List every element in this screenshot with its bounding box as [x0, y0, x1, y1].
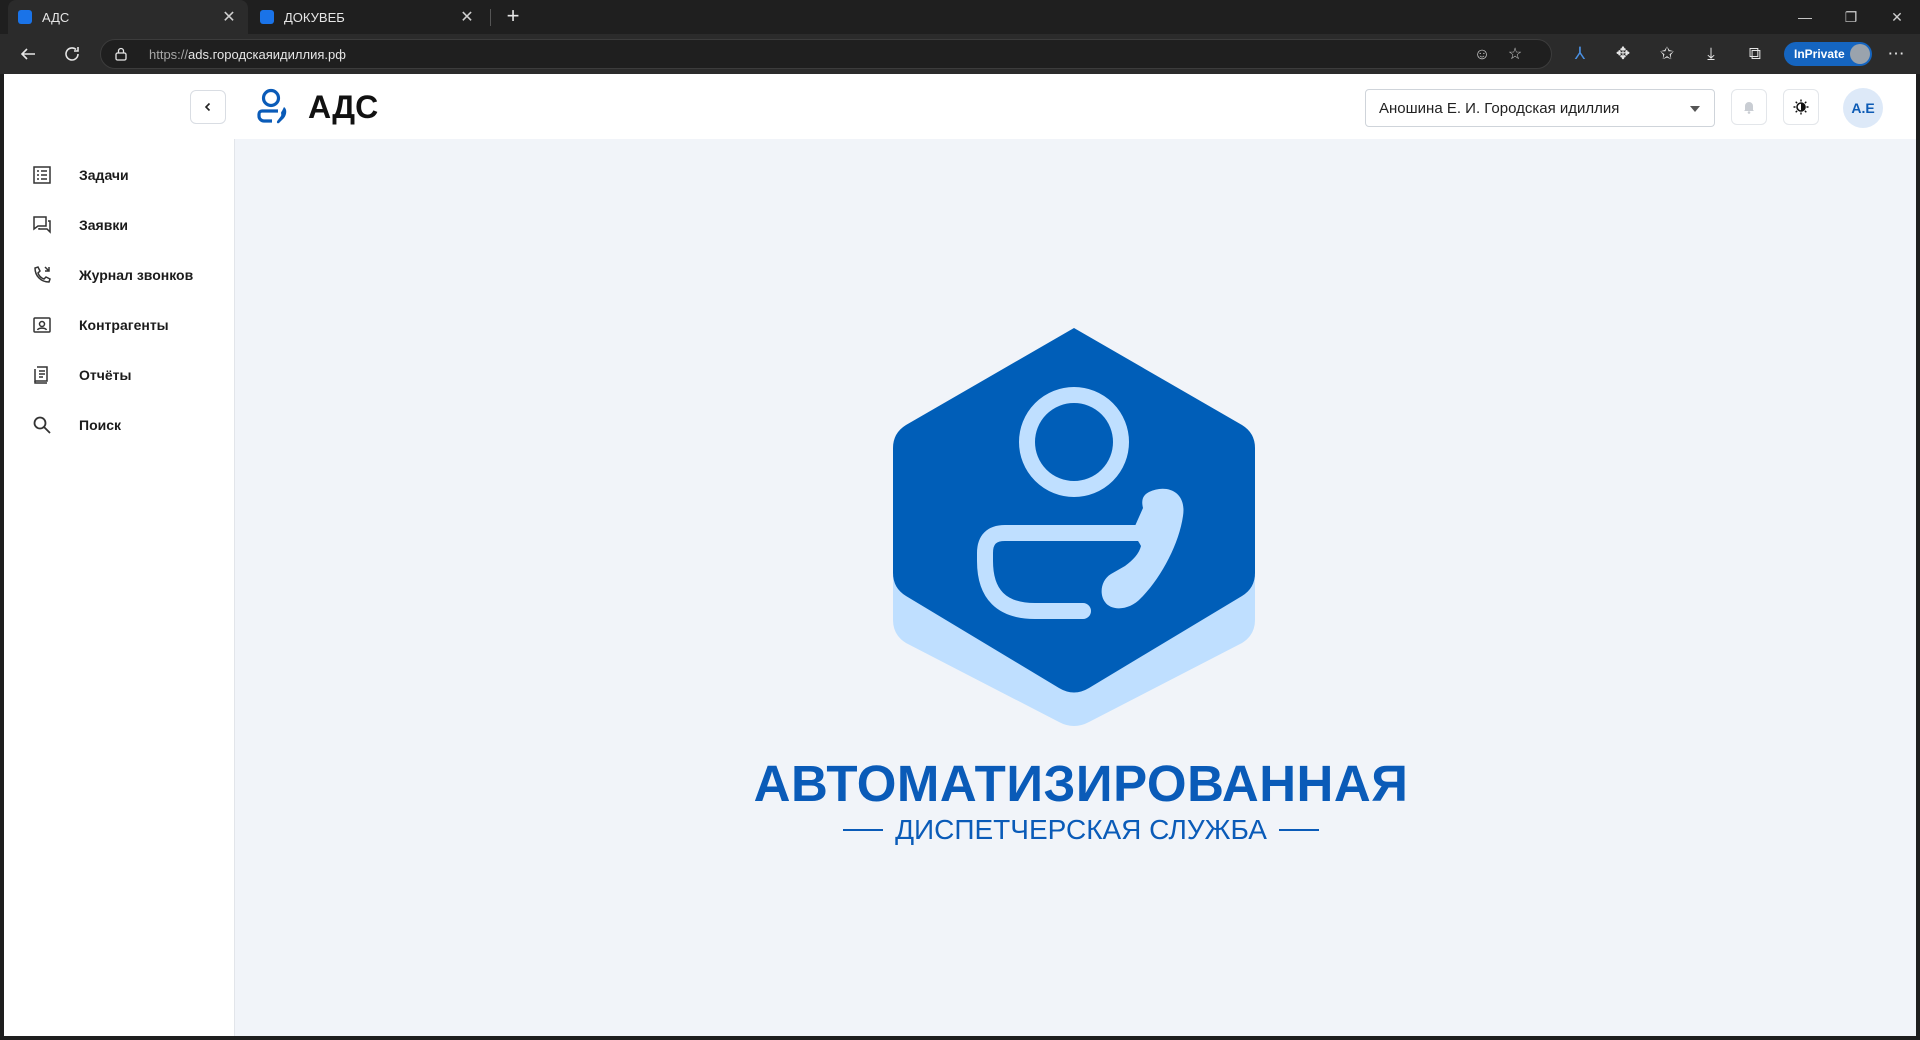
- reload-button[interactable]: [58, 41, 86, 67]
- tab-separator: [490, 9, 491, 26]
- tab-favicon-icon: [260, 10, 274, 24]
- url-field[interactable]: https://ads.городскаяидиллия.рф ☺ ☆: [100, 39, 1552, 69]
- brightness-icon: [1793, 99, 1809, 115]
- hero-subtitle: ДИСПЕТЧЕРСКАЯ СЛУЖБА: [895, 814, 1267, 845]
- browser-tab-ads[interactable]: АДС ✕: [8, 0, 248, 34]
- sidebar-item-tasks[interactable]: Задачи: [4, 155, 235, 195]
- tab-close-icon[interactable]: ✕: [458, 7, 476, 27]
- reader-view-icon[interactable]: ☺: [1471, 44, 1493, 66]
- hero-subtitle-row: ДИСПЕТЧЕРСКАЯ СЛУЖБА: [504, 814, 1658, 846]
- app-page: АДС Аношина Е. И. Городская идиллия А.Е …: [4, 74, 1916, 1036]
- reload-icon: [65, 47, 79, 61]
- search-icon: [33, 416, 51, 434]
- url-host: ads.городскаяидиллия.рф: [188, 47, 346, 62]
- bell-icon: [1744, 102, 1754, 114]
- dropdown-caret-icon: [1690, 106, 1700, 112]
- sidebar-item-search[interactable]: Поиск: [4, 405, 235, 445]
- tab-close-icon[interactable]: ✕: [220, 7, 238, 27]
- back-arrow-icon: [20, 48, 35, 60]
- subtitle-dash-left: [843, 829, 884, 831]
- tab-title: ДОКУВЕБ: [284, 9, 345, 25]
- screenshot-icon[interactable]: ⧉: [1741, 41, 1769, 67]
- chat-requests-icon: [33, 216, 51, 234]
- report-icon: [34, 366, 48, 384]
- extensions-puzzle-icon[interactable]: ✥: [1609, 41, 1637, 67]
- phone-log-icon: [34, 266, 51, 283]
- inprivate-label: InPrivate: [1794, 47, 1845, 61]
- profile-avatar: [1850, 44, 1870, 64]
- minimize-button[interactable]: —: [1782, 0, 1828, 34]
- dispatch-emblem-logo: [893, 328, 1255, 726]
- sidebar-item-label: Отчёты: [79, 367, 132, 383]
- sidebar-collapse-button[interactable]: [190, 90, 226, 124]
- sidebar-item-call-log[interactable]: Журнал звонков: [4, 255, 235, 295]
- url-protocol: https://: [149, 47, 189, 62]
- organization-select[interactable]: Аношина Е. И. Городская идиллия: [1365, 89, 1715, 127]
- app-header: АДС Аношина Е. И. Городская идиллия А.Е: [4, 74, 1916, 139]
- sidebar: Задачи Заявки Журнал звонков Контрагенты…: [4, 139, 235, 1036]
- url-text: https://ads.городскаяидиллия.рф: [149, 47, 346, 62]
- sidebar-item-requests[interactable]: Заявки: [4, 205, 235, 245]
- back-button[interactable]: [14, 41, 42, 67]
- task-list-icon: [33, 166, 51, 184]
- sidebar-item-label: Заявки: [79, 217, 128, 233]
- favorite-star-icon[interactable]: ☆: [1504, 44, 1526, 66]
- new-tab-button[interactable]: +: [500, 4, 526, 30]
- sidebar-item-contractors[interactable]: Контрагенты: [4, 305, 235, 345]
- sidebar-item-label: Поиск: [79, 417, 122, 433]
- favorites-icon[interactable]: ✩: [1653, 41, 1681, 67]
- user-avatar[interactable]: А.Е: [1843, 88, 1883, 128]
- browser-address-bar: https://ads.городскаяидиллия.рф ☺ ☆ ⅄ ✥ …: [0, 34, 1920, 74]
- tab-title: АДС: [42, 9, 70, 25]
- hero-title: АВТОМАТИЗИРОВАННАЯ: [753, 755, 1409, 812]
- browser-tab-dokuveb[interactable]: ДОКУВЕБ ✕: [250, 0, 486, 34]
- theme-toggle-button[interactable]: [1783, 89, 1819, 125]
- tab-favicon-icon: [18, 10, 32, 24]
- notifications-button[interactable]: [1731, 89, 1767, 125]
- browser-tab-bar: АДС ✕ ДОКУВЕБ ✕ + — ❐ ✕: [0, 0, 1920, 34]
- more-menu-icon[interactable]: ⋯: [1882, 41, 1910, 67]
- sidebar-item-label: Журнал звонков: [79, 267, 194, 283]
- contact-card-icon: [33, 317, 51, 333]
- subtitle-dash-right: [1278, 829, 1319, 831]
- organization-select-value: Аношина Е. И. Городская идиллия: [1379, 99, 1620, 117]
- sidebar-item-label: Задачи: [79, 167, 129, 183]
- app-title: АДС: [308, 89, 379, 125]
- restore-button[interactable]: ❐: [1828, 0, 1874, 34]
- sidebar-item-reports[interactable]: Отчёты: [4, 355, 235, 395]
- inprivate-badge[interactable]: InPrivate: [1784, 42, 1872, 66]
- downloads-icon[interactable]: ⤓: [1697, 41, 1725, 67]
- brand-logo-icon: [257, 88, 287, 124]
- chevron-left-icon: [204, 102, 211, 112]
- extension-feather-icon[interactable]: ⅄: [1566, 41, 1594, 67]
- sidebar-item-label: Контрагенты: [79, 317, 169, 333]
- close-window-button[interactable]: ✕: [1874, 0, 1920, 34]
- lock-icon: [115, 47, 127, 61]
